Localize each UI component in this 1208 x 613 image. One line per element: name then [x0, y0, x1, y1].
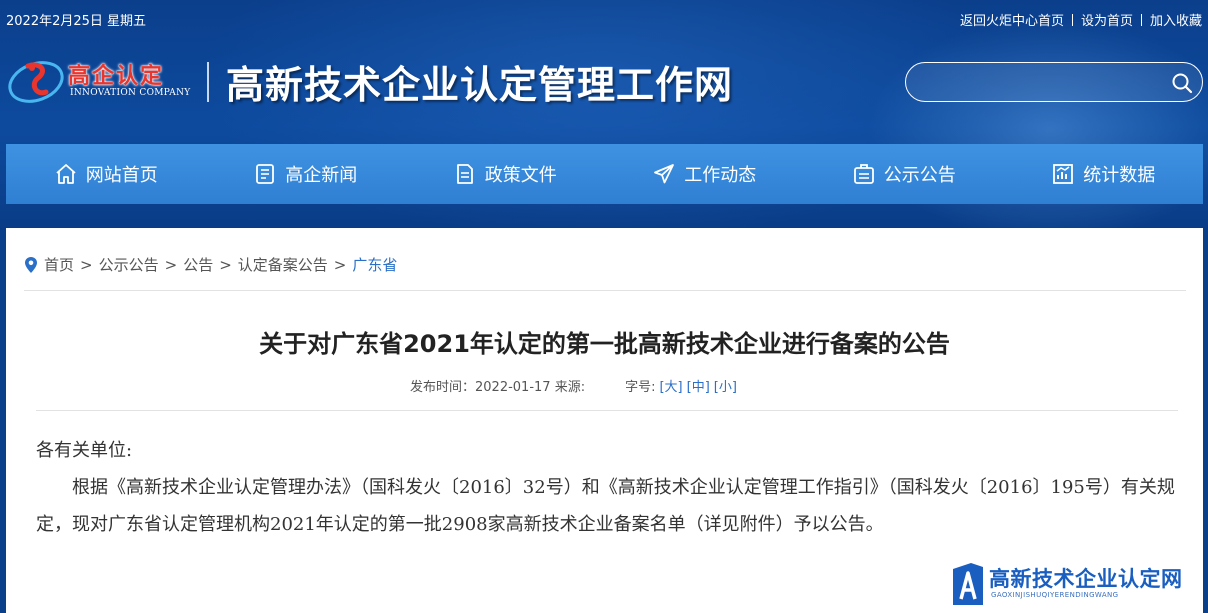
notice-icon: [853, 164, 874, 184]
nav-statistics[interactable]: 统计数据: [1004, 144, 1204, 204]
article-meta: 发布时间：2022-01-17 来源: 字号: [大] [中] [小]: [410, 376, 737, 395]
main-nav: 网站首页 高企新闻 政策文件 工作动态 公示公告 统计数据: [6, 144, 1203, 204]
font-size-medium-button[interactable]: [中]: [687, 376, 710, 395]
top-bar: 2022年2月25日 星期五 返回火炬中心首页 设为首页 加入收藏: [0, 0, 1208, 36]
nav-home[interactable]: 网站首页: [6, 144, 206, 204]
breadcrumb-home[interactable]: 首页: [44, 254, 74, 275]
breadcrumb-notice[interactable]: 公告: [183, 254, 213, 275]
breadcrumb-separator: >: [219, 255, 232, 274]
paper-plane-icon: [654, 164, 675, 184]
site-logo[interactable]: 高企认定 INNOVATION COMPANY: [6, 52, 206, 108]
nav-label: 高企新闻: [285, 165, 358, 186]
nav-label: 公示公告: [883, 165, 956, 186]
watermark-a-icon: [953, 563, 983, 605]
watermark-text: 高新技术企业认定网: [989, 567, 1183, 591]
breadcrumb-separator: >: [80, 255, 93, 274]
set-homepage-link[interactable]: 设为首页: [1081, 10, 1133, 29]
nav-label: 政策文件: [484, 165, 557, 186]
publish-time: 发布时间：2022-01-17: [410, 380, 551, 395]
article-paragraph: 根据《高新技术企业认定管理办法》（国科发火〔2016〕32号）和《高新技术企业认…: [36, 477, 1175, 535]
breadcrumb: 首页 > 公示公告 > 公告 > 认定备案公告 > 广东省: [24, 254, 397, 275]
font-size-large-button[interactable]: [大]: [659, 376, 682, 395]
link-divider: [1140, 13, 1142, 26]
add-favorite-link[interactable]: 加入收藏: [1150, 10, 1202, 29]
nav-label: 统计数据: [1083, 165, 1156, 186]
breadcrumb-separator: >: [164, 255, 178, 274]
return-torch-home-link[interactable]: 返回火炬中心首页: [960, 10, 1064, 29]
logo-text-en: INNOVATION COMPANY: [70, 88, 191, 98]
logo-text-cn: 高企认定: [68, 64, 165, 89]
divider: [24, 290, 1186, 291]
search-input[interactable]: [922, 71, 1162, 93]
nav-label: 工作动态: [684, 165, 757, 186]
article-salutation: 各有关单位:: [36, 440, 133, 461]
nav-announcements[interactable]: 公示公告: [804, 144, 1004, 204]
search-icon[interactable]: [1170, 71, 1194, 95]
site-title: 高新技术企业认定管理工作网: [226, 62, 734, 107]
breadcrumb-filing-notice[interactable]: 认定备案公告: [238, 254, 328, 275]
location-pin-icon: [25, 256, 37, 273]
link-divider: [1071, 13, 1073, 26]
current-date: 2022年2月25日 星期五: [6, 14, 147, 29]
top-links: 返回火炬中心首页 设为首页 加入收藏: [960, 10, 1202, 29]
divider: [36, 410, 1178, 411]
search-box: [905, 62, 1203, 102]
logo-swoosh-icon: [8, 61, 64, 103]
nav-work-updates[interactable]: 工作动态: [605, 144, 805, 204]
breadcrumb-separator: >: [333, 255, 347, 274]
news-icon: [256, 164, 275, 184]
content-panel: 首页 > 公示公告 > 公告 > 认定备案公告 > 广东省 关于对广东省2021…: [6, 228, 1203, 613]
watermark-logo: 高新技术企业认定网 GAOXINJISHUQIYERENDINGWANG: [949, 561, 1199, 609]
font-size-small-button[interactable]: [小]: [714, 376, 737, 395]
nav-news[interactable]: 高企新闻: [206, 144, 406, 204]
chart-icon: [1053, 164, 1074, 184]
article-title: 关于对广东省2021年认定的第一批高新技术企业进行备案的公告: [259, 330, 950, 358]
font-size-label: 字号:: [625, 380, 656, 395]
home-icon: [56, 164, 76, 184]
source-label: 来源:: [554, 380, 586, 395]
logo-divider: [207, 62, 209, 102]
breadcrumb-current[interactable]: 广东省: [352, 254, 397, 275]
watermark-subtext: GAOXINJISHUQIYERENDINGWANG: [991, 591, 1119, 599]
nav-label: 网站首页: [85, 165, 158, 186]
breadcrumb-announcements[interactable]: 公示公告: [99, 254, 159, 275]
article-body: 各有关单位: 根据《高新技术企业认定管理办法》（国科发火〔2016〕32号）和《…: [36, 432, 1180, 543]
nav-policy[interactable]: 政策文件: [405, 144, 605, 204]
document-icon: [456, 164, 473, 184]
